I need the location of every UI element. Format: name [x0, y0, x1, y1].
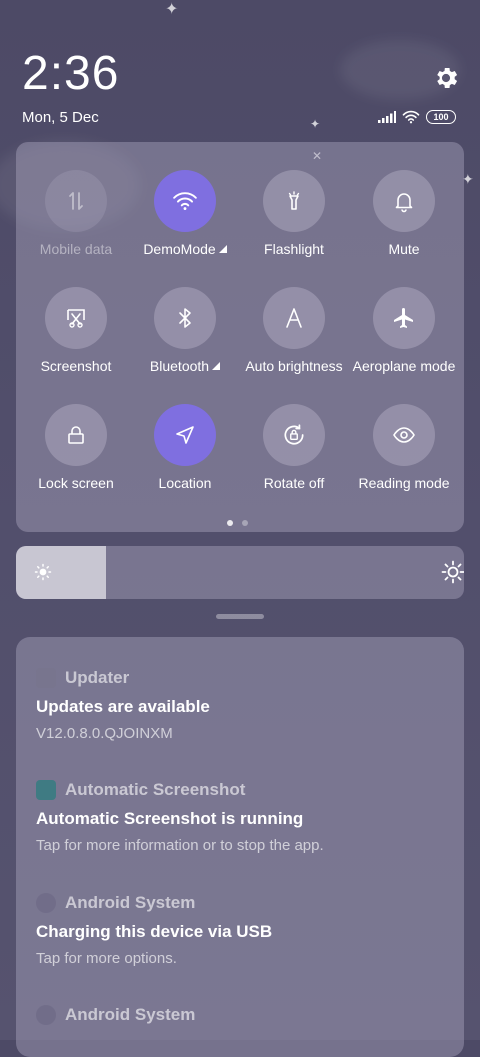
notification-app-name: Updater [65, 668, 130, 687]
screenshot-toggle[interactable] [45, 287, 107, 349]
tile-screenshot[interactable]: Screenshot [21, 287, 131, 374]
tile-label: Mobile data [39, 241, 113, 257]
notification-item[interactable]: Android System Charging this device via … [36, 891, 456, 967]
notification-body: Tap for more options. [36, 950, 177, 967]
sparkle-icon: ✦ [310, 117, 321, 131]
sparkle-icon: ✦ [165, 1, 179, 18]
bluetooth-icon [179, 308, 191, 328]
tile-label: Rotate off [263, 475, 325, 491]
mobile-data-icon [69, 192, 83, 210]
drag-handle[interactable] [216, 614, 264, 619]
location-icon [176, 426, 194, 444]
tile-label: Reading mode [358, 475, 450, 491]
tile-label: Aeroplane mode [352, 358, 456, 374]
expand-triangle-icon [212, 362, 221, 370]
tile-label: Mute [388, 241, 420, 257]
tile-label: Auto brightness [245, 358, 343, 374]
flashlight-icon [288, 191, 300, 210]
notification-title: Updates are available [36, 697, 210, 716]
screenshot-icon [67, 309, 85, 328]
notification-item[interactable]: Android System [36, 1003, 456, 1027]
location-toggle[interactable] [154, 404, 216, 466]
tile-label: Flashlight [264, 241, 324, 257]
notification-app-name: Android System [65, 1005, 196, 1024]
android-system-app-icon [36, 893, 56, 913]
tile-rotate-off[interactable]: Rotate off [239, 404, 349, 491]
settings-gear-icon[interactable] [432, 64, 460, 92]
signal-icon [378, 111, 396, 123]
updater-app-icon [36, 668, 56, 688]
status-icons: 100 [378, 108, 456, 126]
mobile-data-toggle[interactable] [45, 170, 107, 232]
tile-location[interactable]: Location [130, 404, 240, 491]
battery-indicator: 100 [426, 110, 456, 124]
tile-label: Screenshot [40, 358, 112, 374]
notification-body: V12.0.8.0.QJOINXM [36, 725, 173, 742]
expand-triangle-icon [218, 245, 227, 253]
aeroplane-mode-toggle[interactable] [373, 287, 435, 349]
automatic-screenshot-app-icon [36, 780, 56, 800]
page-indicator [227, 520, 248, 526]
tile-mobile-data[interactable]: Mobile data [21, 170, 131, 257]
tile-flashlight[interactable]: Flashlight [239, 170, 349, 257]
lock-screen-toggle[interactable] [45, 404, 107, 466]
brightness-slider[interactable] [16, 546, 464, 599]
date-label: Mon, 5 Dec [22, 109, 99, 126]
brightness-slider-fill[interactable] [16, 546, 106, 599]
rotate-lock-icon [284, 424, 304, 445]
reading-mode-toggle[interactable] [373, 404, 435, 466]
tile-label: Location [158, 475, 212, 491]
brightness-high-icon [441, 560, 464, 584]
tile-label: Lock screen [38, 475, 114, 491]
flashlight-toggle[interactable] [263, 170, 325, 232]
notification-title: Charging this device via USB [36, 922, 273, 941]
tile-mute[interactable]: Mute [349, 170, 459, 257]
mute-toggle[interactable] [373, 170, 435, 232]
tile-reading-mode[interactable]: Reading mode [349, 404, 459, 491]
tile-aeroplane-mode[interactable]: Aeroplane mode [349, 287, 459, 374]
notification-title: Automatic Screenshot is running [36, 809, 304, 828]
notification-item[interactable]: Updater Updates are available V12.0.8.0.… [36, 666, 456, 742]
notification-app-name: Android System [65, 893, 196, 912]
airplane-icon [394, 308, 413, 328]
notification-body: Tap for more information or to stop the … [36, 837, 324, 854]
tile-bluetooth[interactable]: Bluetooth [130, 287, 240, 374]
demomode-toggle[interactable] [154, 170, 216, 232]
auto-brightness-toggle[interactable] [263, 287, 325, 349]
bell-icon [395, 193, 413, 213]
rotate-off-toggle[interactable] [263, 404, 325, 466]
bluetooth-toggle[interactable] [154, 287, 216, 349]
wifi-icon [173, 192, 197, 210]
tile-label: DemoMode [143, 241, 216, 257]
page-dot-active[interactable] [227, 520, 233, 526]
lock-icon [68, 426, 84, 444]
wifi-status-icon [402, 110, 420, 124]
tile-demomode[interactable]: DemoMode [130, 170, 240, 257]
brightness-low-icon [34, 563, 52, 581]
auto-brightness-icon [286, 308, 302, 328]
tile-label: Bluetooth [149, 358, 210, 374]
tile-lock-screen[interactable]: Lock screen [21, 404, 131, 491]
tile-auto-brightness[interactable]: Auto brightness [239, 287, 349, 374]
notification-item[interactable]: Automatic Screenshot Automatic Screensho… [36, 778, 456, 854]
notification-panel: Updater Updates are available V12.0.8.0.… [16, 637, 464, 1057]
clock-time: 2:36 [22, 47, 120, 100]
eye-icon [393, 427, 415, 443]
page-dot[interactable] [242, 520, 248, 526]
android-system-app-icon [36, 1005, 56, 1025]
notification-app-name: Automatic Screenshot [65, 780, 246, 799]
